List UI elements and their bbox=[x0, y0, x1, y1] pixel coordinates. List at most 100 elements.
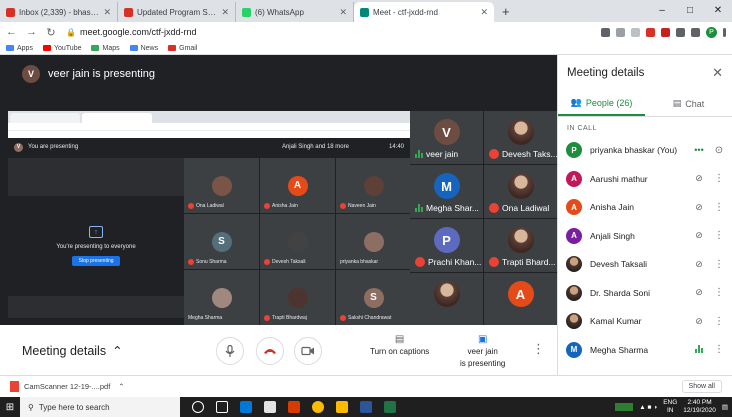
close-tab-icon[interactable]: ✕ bbox=[221, 7, 229, 18]
leave-call-button[interactable] bbox=[256, 337, 284, 365]
bookmark-item[interactable]: Gmail bbox=[168, 45, 197, 52]
more-icon[interactable]: ⋮ bbox=[714, 287, 724, 298]
new-tab-button[interactable]: + bbox=[494, 2, 518, 22]
more-icon[interactable]: ⋮ bbox=[714, 202, 724, 213]
task-view-icon[interactable] bbox=[216, 401, 228, 413]
windows-start-icon[interactable]: ⊞ bbox=[0, 402, 20, 413]
participant-tile[interactable]: Trapti Bhard... bbox=[484, 219, 557, 272]
zoom-icon[interactable] bbox=[616, 27, 625, 37]
presenting-button[interactable]: ▣ veer jain is presenting bbox=[460, 335, 505, 369]
extension-icon[interactable] bbox=[646, 27, 655, 37]
mic-off-icon[interactable]: ⊘ bbox=[692, 230, 706, 241]
microphone-button[interactable] bbox=[216, 337, 244, 365]
chevron-up-icon[interactable]: ⌃ bbox=[118, 382, 124, 391]
url-field[interactable]: 🔒 meet.google.com/ctf-jxdd-rnd bbox=[66, 27, 591, 37]
taskbar-search[interactable]: ⚲ Type here to search bbox=[20, 397, 180, 417]
close-tab-icon[interactable]: ✕ bbox=[480, 7, 488, 18]
participant-tile[interactable]: M Megha Shar... bbox=[410, 165, 483, 218]
language-indicator[interactable]: ENG IN bbox=[663, 399, 677, 415]
browser-tab[interactable]: (6) WhatsApp ✕ bbox=[236, 2, 354, 22]
word-icon[interactable] bbox=[360, 401, 372, 413]
participant-tile[interactable]: Devesh Taks... bbox=[484, 111, 558, 164]
menu-icon[interactable] bbox=[723, 27, 726, 37]
pin-icon[interactable]: ⊙ bbox=[714, 145, 724, 156]
star-icon[interactable] bbox=[631, 27, 640, 37]
participant-name-text: priyanka bhaskar bbox=[340, 259, 379, 265]
extensions: P bbox=[601, 26, 726, 38]
bookmark-item[interactable]: Maps bbox=[91, 45, 120, 52]
download-file[interactable]: CamScanner 12-19-....pdf bbox=[24, 382, 110, 391]
show-all-button[interactable]: Show all bbox=[681, 380, 722, 393]
explorer-icon[interactable] bbox=[336, 401, 348, 413]
mic-off-icon[interactable]: ⊘ bbox=[692, 287, 706, 298]
puzzle-icon[interactable] bbox=[691, 27, 700, 37]
people-list-item[interactable]: A Anjali Singh ⊘ ⋮ bbox=[558, 222, 732, 251]
mic-off-icon[interactable]: ⊘ bbox=[692, 316, 706, 327]
person-name: Dr. Sharda Soni bbox=[590, 287, 651, 298]
edge-icon[interactable] bbox=[240, 401, 252, 413]
bookmark-item[interactable]: Apps bbox=[6, 45, 33, 52]
browser-tab[interactable]: Updated Program Schedule - pri ✕ bbox=[118, 2, 236, 22]
tab-people-label: People (26) bbox=[585, 97, 633, 108]
mic-off-icon[interactable]: ⊘ bbox=[692, 173, 706, 184]
panel-tabs: 👥 People (26) ▤ Chat bbox=[558, 91, 732, 117]
camera-button[interactable] bbox=[294, 337, 322, 365]
back-icon[interactable]: ← bbox=[6, 26, 17, 38]
tab-people[interactable]: 👥 People (26) bbox=[558, 91, 645, 116]
participant-tile[interactable]: Vveer jain bbox=[410, 111, 483, 164]
people-list-item[interactable]: Dr. Sharda Soni ⊘ ⋮ bbox=[558, 279, 732, 308]
notification-icons[interactable]: ▲ ■ ◑ bbox=[639, 404, 657, 411]
participant-tile[interactable]: A bbox=[484, 273, 557, 326]
camera-extension-icon[interactable] bbox=[601, 27, 610, 37]
maximize-icon[interactable]: □ bbox=[676, 0, 704, 20]
battery-icon[interactable] bbox=[615, 403, 634, 411]
chrome-icon[interactable] bbox=[312, 401, 324, 413]
more-icon[interactable]: ⋮ bbox=[714, 230, 724, 241]
more-icon[interactable]: ⋮ bbox=[714, 316, 724, 327]
meeting-details-toggle[interactable]: Meeting details ⌃ bbox=[22, 343, 123, 359]
tab-title: Updated Program Schedule - pri bbox=[137, 7, 217, 17]
people-list-item[interactable]: A Aarushi mathur ⊘ ⋮ bbox=[558, 165, 732, 194]
shared-participant-grid: Ona Ladiwal A Anisha Jain Naveen Jain S Sonu … bbox=[184, 158, 410, 325]
bookmark-item[interactable]: YouTube bbox=[42, 45, 81, 52]
reload-icon[interactable]: ↻ bbox=[46, 26, 56, 39]
avatar-photo bbox=[507, 227, 534, 253]
participant-name: Devesh Taksali bbox=[264, 259, 306, 265]
close-tab-icon[interactable]: ✕ bbox=[339, 7, 347, 18]
cortana-icon[interactable] bbox=[192, 401, 204, 413]
browser-tab[interactable]: Meet - ctf-jxdd-rnd ✕ bbox=[354, 2, 494, 22]
more-icon[interactable]: ⋮ bbox=[714, 259, 724, 270]
browser-tab[interactable]: Inbox (2,339) - bhaskarpriyanka1✕ bbox=[0, 2, 118, 22]
mic-off-icon[interactable]: ⊘ bbox=[692, 202, 706, 213]
close-tab-icon[interactable]: ✕ bbox=[103, 7, 111, 18]
people-list-item[interactable]: Ppriyanka bhaskar (You) ••• ⊙ bbox=[558, 136, 732, 165]
people-list-item[interactable]: M Megha Sharma ⋮ bbox=[558, 336, 732, 365]
avatar-photo bbox=[566, 284, 582, 301]
excel-icon[interactable] bbox=[384, 401, 396, 413]
office-icon[interactable] bbox=[288, 401, 300, 413]
minimize-icon[interactable]: – bbox=[648, 0, 676, 20]
captions-button[interactable]: ▤ Turn on captions bbox=[370, 335, 429, 357]
store-icon[interactable] bbox=[264, 401, 276, 413]
more-options-icon[interactable]: ⋮ bbox=[532, 341, 545, 357]
action-center-icon[interactable]: ▤ bbox=[722, 403, 728, 411]
shared-address-bar bbox=[8, 123, 410, 131]
mic-off-icon[interactable]: ⊘ bbox=[692, 259, 706, 270]
clock[interactable]: 2:40 PM 12/19/2020 bbox=[683, 399, 716, 415]
participant-tile[interactable]: P Prachi Khan... bbox=[410, 219, 483, 272]
close-window-icon[interactable]: ✕ bbox=[704, 0, 732, 20]
people-list-item[interactable]: Devesh Taksali ⊘ ⋮ bbox=[558, 250, 732, 279]
extension-icon[interactable] bbox=[676, 27, 685, 37]
close-icon[interactable]: ✕ bbox=[712, 65, 723, 81]
tab-chat[interactable]: ▤ Chat bbox=[645, 91, 732, 116]
people-list-item[interactable]: Kamal Kumar ⊘ ⋮ bbox=[558, 307, 732, 336]
more-icon[interactable]: ⋮ bbox=[714, 344, 724, 355]
more-icon[interactable]: ⋮ bbox=[714, 173, 724, 184]
people-list-item[interactable]: A Anisha Jain ⊘ ⋮ bbox=[558, 193, 732, 222]
participant-tile[interactable] bbox=[410, 273, 483, 326]
participant-tile[interactable]: Ona Ladiwal bbox=[484, 165, 557, 218]
forward-icon[interactable]: → bbox=[26, 26, 37, 38]
profile-avatar[interactable]: P bbox=[706, 26, 717, 38]
bookmark-item[interactable]: News bbox=[129, 45, 158, 52]
extension-icon[interactable] bbox=[661, 27, 670, 37]
